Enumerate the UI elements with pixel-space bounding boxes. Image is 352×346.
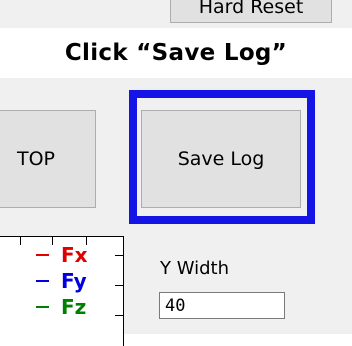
legend-label-fx: Fx xyxy=(61,243,88,267)
axis-tick xyxy=(115,285,123,286)
save-log-button[interactable]: Save Log xyxy=(141,110,301,208)
stop-button[interactable]: TOP xyxy=(0,110,96,208)
instruction-text: Click “Save Log” xyxy=(64,40,288,66)
legend-entry-fy: Fy xyxy=(36,269,87,293)
chart-legend: Fx Fy Fz xyxy=(0,236,124,346)
instruction-banner: Click “Save Log” xyxy=(0,28,352,78)
fy-line-swatch xyxy=(36,280,49,282)
legend-entry-fz: Fz xyxy=(36,295,86,319)
axis-tick xyxy=(115,255,123,256)
legend-label-fz: Fz xyxy=(61,295,87,319)
fz-line-swatch xyxy=(36,306,49,308)
hard-reset-button[interactable]: Hard Reset xyxy=(170,0,332,23)
y-width-label: Y Width xyxy=(160,258,230,279)
fx-line-swatch xyxy=(36,254,49,256)
legend-label-fy: Fy xyxy=(61,269,87,293)
legend-entry-fx: Fx xyxy=(36,243,88,267)
app-window: Hard Reset Click “Save Log” TOP Save Log… xyxy=(0,0,352,346)
axis-tick xyxy=(20,237,21,245)
axis-tick xyxy=(115,315,123,316)
y-width-input[interactable] xyxy=(159,292,285,319)
